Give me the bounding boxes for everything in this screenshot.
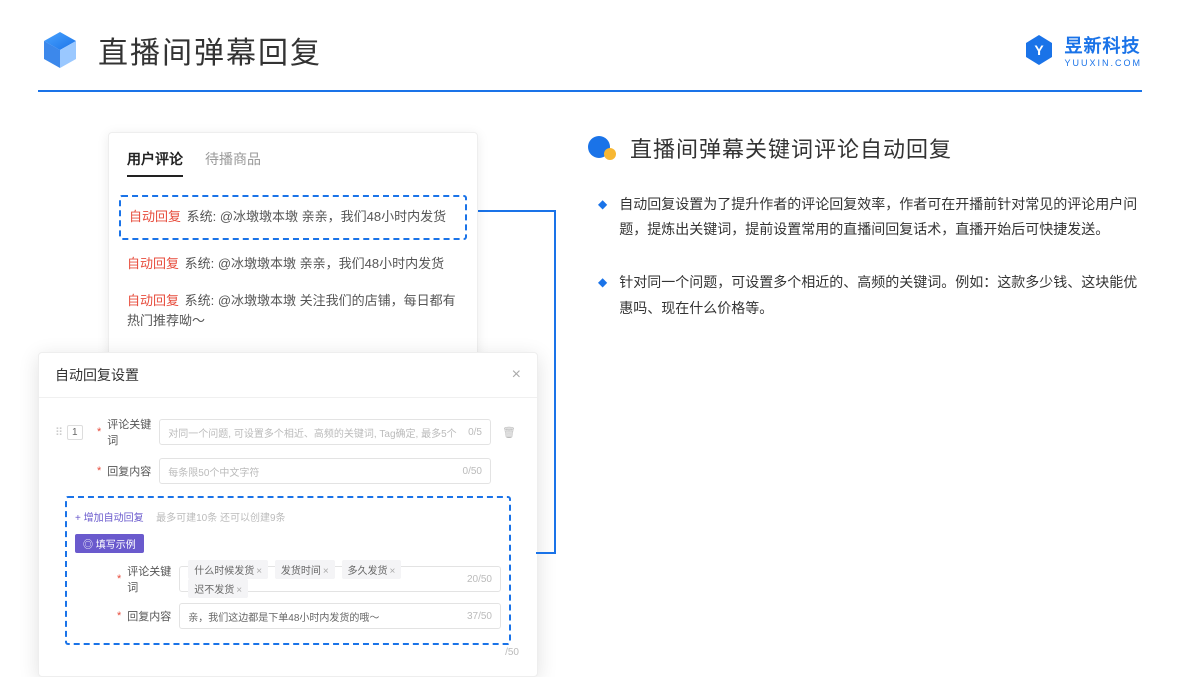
example-tag: 多久发货× xyxy=(342,560,402,579)
connector-line xyxy=(478,210,556,212)
connector-line xyxy=(554,210,556,552)
tab-user-comments[interactable]: 用户评论 xyxy=(127,149,183,177)
auto-reply-tag: 自动回复 xyxy=(127,293,179,308)
example-content-counter: 37/50 xyxy=(467,611,492,622)
tab-pending-goods[interactable]: 待播商品 xyxy=(205,149,261,177)
required-marker: * xyxy=(97,465,101,477)
comment-body: 系统: @冰墩墩本墩 亲亲，我们48小时内发货 xyxy=(185,256,445,271)
comment-row: 自动回复 系统: @冰墩墩本墩 亲亲，我们48小时内发货 xyxy=(109,246,477,283)
required-marker: * xyxy=(97,426,101,438)
example-tag: 什么时候发货× xyxy=(188,560,268,579)
footer-counter: /50 xyxy=(505,647,519,658)
brand-logo-icon: Y xyxy=(1022,33,1056,67)
auto-reply-settings-panel: 自动回复设置 × ⠿ 1 * 评论关键词 对同一个问题, 可设置多个相近、高频的关… xyxy=(38,352,538,677)
example-badge: ◎ 填写示例 xyxy=(75,534,144,553)
comment-row: 自动回复 系统: @冰墩墩本墩 关注我们的店铺，每日都有热门推荐呦～ xyxy=(109,283,477,341)
brand-name-en: YUUXIN.COM xyxy=(1064,58,1142,68)
svg-text:Y: Y xyxy=(1035,42,1045,58)
auto-reply-tag: 自动回复 xyxy=(127,256,179,271)
example-tag: 迟不发货× xyxy=(188,579,248,598)
add-hint: 最多可建10条 还可以创建9条 xyxy=(156,513,285,524)
connector-line xyxy=(536,552,556,554)
auto-reply-tag: 自动回复 xyxy=(129,209,181,224)
page-header: 直播间弹幕回复 Y 昱新科技 YUUXIN.COM xyxy=(0,0,1180,72)
example-section: + 增加自动回复 最多可建10条 还可以创建9条 ◎ 填写示例 * 评论关键词 … xyxy=(65,496,511,645)
keyword-counter: 0/5 xyxy=(468,427,482,438)
example-keyword-counter: 20/50 xyxy=(467,574,492,585)
section-header: 直播间弹幕关键词评论自动回复 xyxy=(588,132,1142,164)
bullet-dot-icon xyxy=(588,136,616,160)
comment-body: 系统: @冰墩墩本墩 亲亲，我们48小时内发货 xyxy=(187,209,447,224)
section-title: 直播间弹幕关键词评论自动回复 xyxy=(630,132,952,164)
content-label: 回复内容 xyxy=(107,463,159,479)
rule-index: 1 xyxy=(67,425,83,440)
brand: Y 昱新科技 YUUXIN.COM xyxy=(1022,32,1142,68)
example-keyword-label: 评论关键词 xyxy=(127,563,179,595)
diamond-icon: ◆ xyxy=(598,192,607,242)
brand-name-cn: 昱新科技 xyxy=(1064,32,1142,58)
add-auto-reply-link[interactable]: + 增加自动回复 xyxy=(75,513,144,524)
highlighted-comment: 自动回复 系统: @冰墩墩本墩 亲亲，我们48小时内发货 xyxy=(119,195,467,240)
content-input[interactable]: 每条限50个中文字符 0/50 xyxy=(159,458,491,484)
keyword-input[interactable]: 对同一个问题, 可设置多个相近、高频的关键词, Tag确定, 最多5个 0/5 xyxy=(159,419,491,445)
close-icon[interactable]: × xyxy=(512,366,521,384)
delete-icon[interactable]: 🗑 xyxy=(497,426,521,439)
example-content-label: 回复内容 xyxy=(127,608,179,624)
cube-icon xyxy=(38,28,82,72)
bullet-item: ◆ 针对同一个问题，可设置多个相近的、高频的关键词。例如：这款多少钱、这块能优惠… xyxy=(598,270,1142,320)
example-content-input[interactable]: 亲，我们这边都是下单48小时内发货的哦～ 37/50 xyxy=(179,603,501,629)
drag-handle-icon[interactable]: ⠿ xyxy=(55,426,63,439)
bullet-item: ◆ 自动回复设置为了提升作者的评论回复效率，作者可在开播前针对常见的评论用户问题… xyxy=(598,192,1142,242)
example-keyword-input[interactable]: 什么时候发货× 发货时间× 多久发货× 迟不发货× 20/50 xyxy=(179,566,501,592)
page-title: 直播间弹幕回复 xyxy=(98,28,322,72)
diamond-icon: ◆ xyxy=(598,270,607,320)
example-tag: 发货时间× xyxy=(275,560,335,579)
keyword-label: 评论关键词 xyxy=(107,416,159,448)
settings-title: 自动回复设置 xyxy=(55,365,139,385)
content-counter: 0/50 xyxy=(463,466,482,477)
